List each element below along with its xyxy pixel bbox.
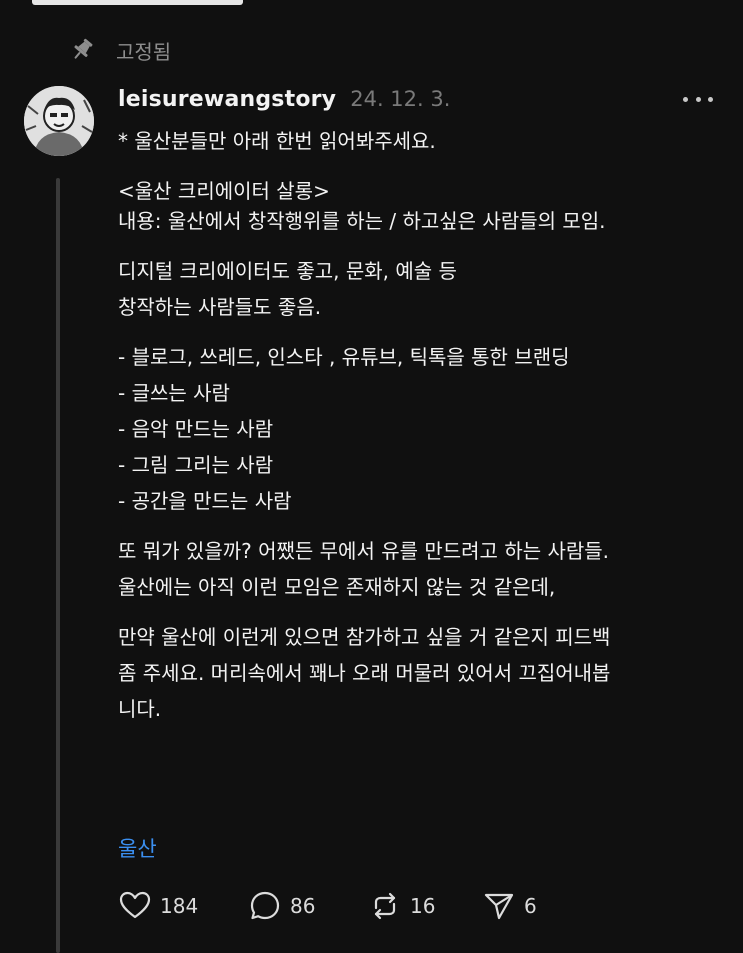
post-line: - 글쓰는 사람: [118, 381, 230, 405]
post-line: 내용: 울산에서 창작행위를 하는 / 하고싶은 사람들의 모임.: [118, 209, 606, 233]
username[interactable]: leisurewangstory: [118, 87, 336, 112]
post-line: 창작하는 사람들도 좋음.: [118, 295, 322, 319]
post-header: leisurewangstory 24. 12. 3.: [118, 84, 713, 114]
like-button[interactable]: 184: [118, 889, 248, 923]
post-line: - 공간을 만드는 사람: [118, 489, 292, 513]
post-line: - 그림 그리는 사람: [118, 453, 274, 477]
more-dot: [708, 96, 713, 102]
share-count: 6: [524, 894, 537, 918]
active-tab-indicator: [32, 0, 243, 5]
topic-tag[interactable]: 울산: [118, 833, 157, 863]
post-line: * 울산분들만 아래 한번 읽어봐주세요.: [118, 129, 436, 153]
paper-plane-icon: [484, 893, 514, 920]
avatar[interactable]: [24, 86, 94, 156]
post-line: 또 뭐가 있을까? 어쨌든 무에서 유를 만드려고 하는 사람들.: [118, 539, 610, 563]
post-line: - 음악 만드는 사람: [118, 417, 274, 441]
post-line: - 블로그, 쓰레드, 인스타 , 유튜브, 틱톡을 통한 브랜딩: [118, 345, 570, 369]
repost-count: 16: [410, 894, 436, 918]
reply-count: 86: [290, 894, 316, 918]
pinned-label: 고정됨: [116, 39, 172, 64]
repost-button[interactable]: 16: [368, 889, 482, 923]
reply-button[interactable]: 86: [248, 889, 368, 923]
speech-bubble-icon: [250, 891, 280, 920]
share-button[interactable]: 6: [482, 889, 542, 923]
post-timestamp: 24. 12. 3.: [350, 87, 451, 111]
post-line: 니다.: [118, 697, 162, 721]
more-horizontal-icon[interactable]: [683, 89, 713, 109]
post-line: 만약 울산에 이런게 있으면 참가하고 싶을 거 같은지 피드백: [118, 625, 611, 649]
pinned-indicator: 고정됨: [68, 34, 171, 66]
repost-arrows-icon: [374, 892, 396, 920]
avatar-illustration: [24, 86, 94, 156]
post-line: <울산 크리에이터 살롱>: [118, 179, 330, 203]
post-line: 울산에는 아직 이런 모임은 존재하지 않는 것 같은데,: [118, 575, 556, 599]
post-line: 디지털 크리에이터도 좋고, 문화, 예술 등: [118, 259, 457, 283]
more-dot: [683, 96, 688, 102]
heart-icon: [119, 891, 151, 919]
thread-line: [56, 178, 60, 953]
more-dot: [695, 96, 701, 102]
like-count: 184: [160, 894, 199, 918]
post-line: 좀 주세요. 머리속에서 꽤나 오래 머물러 있어서 끄집어내봅: [118, 661, 611, 685]
post-body: * 울산분들만 아래 한번 읽어봐주세요. <울산 크리에이터 살롱> 내용: …: [118, 126, 718, 724]
post-actions: 184 86 16 6: [118, 886, 542, 926]
pin-icon: [74, 38, 93, 59]
